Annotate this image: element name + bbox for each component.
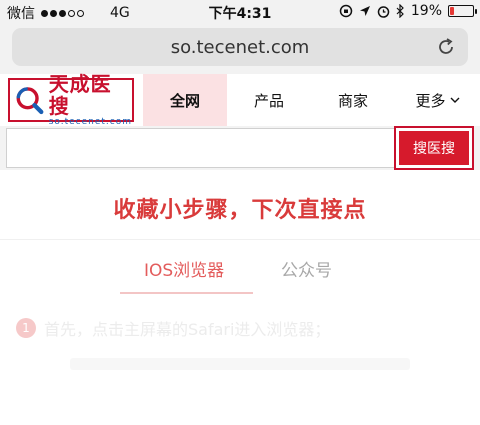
location-icon: [359, 6, 370, 16]
battery-icon: [448, 5, 477, 17]
tab-official-account[interactable]: 公众号: [281, 256, 332, 281]
nav-more-label: 更多: [415, 91, 446, 110]
divider: [0, 239, 480, 240]
reload-icon[interactable]: [436, 37, 456, 57]
search-input[interactable]: [6, 128, 394, 168]
magnifier-logo-icon: [16, 87, 44, 115]
search-row: 搜医搜: [0, 126, 480, 170]
faint-placeholder: [70, 358, 410, 370]
search-button-frame: 搜医搜: [394, 126, 474, 170]
step-text: 首先，点击主屏幕的Safari进入浏览器；: [44, 320, 331, 339]
alarm-icon: [377, 5, 390, 18]
guide-headline: 收藏小步骤，下次直接点: [113, 198, 367, 223]
guide-tabs: IOS浏览器 公众号: [0, 244, 480, 294]
status-bar: 微信 4G 下午4:31 19%: [0, 0, 480, 24]
tab-ios-browser[interactable]: IOS浏览器: [144, 256, 224, 281]
nav-tab-all[interactable]: 全网: [143, 74, 227, 126]
search-button[interactable]: 搜医搜: [399, 131, 469, 165]
status-right: 19%: [339, 3, 477, 19]
nav-tab-merchants[interactable]: 商家: [311, 74, 395, 126]
site-logo[interactable]: 天成医搜 so.tecenet.com: [8, 73, 134, 127]
chevron-down-icon: [450, 97, 459, 103]
address-bar[interactable]: so.tecenet.com: [12, 28, 468, 66]
nav-tabs: 全网 产品 商家 更多: [143, 74, 480, 126]
logo-name: 天成医搜: [48, 71, 112, 118]
nav-tab-more[interactable]: 更多: [395, 74, 480, 126]
active-tab-indicator: [120, 292, 253, 294]
step-number-badge: 1: [16, 318, 36, 338]
battery-percent: 19%: [410, 3, 442, 19]
browser-toolbar: so.tecenet.com: [0, 24, 480, 74]
guide-step: 1 首先，点击主屏幕的Safari进入浏览器；: [16, 316, 330, 340]
nav-tab-products[interactable]: 产品: [227, 74, 311, 126]
bluetooth-icon: [396, 4, 404, 18]
site-header: 天成医搜 so.tecenet.com 全网 产品 商家 更多: [0, 73, 480, 127]
url-text[interactable]: so.tecenet.com: [12, 37, 468, 58]
rotation-lock-icon: [339, 4, 353, 18]
